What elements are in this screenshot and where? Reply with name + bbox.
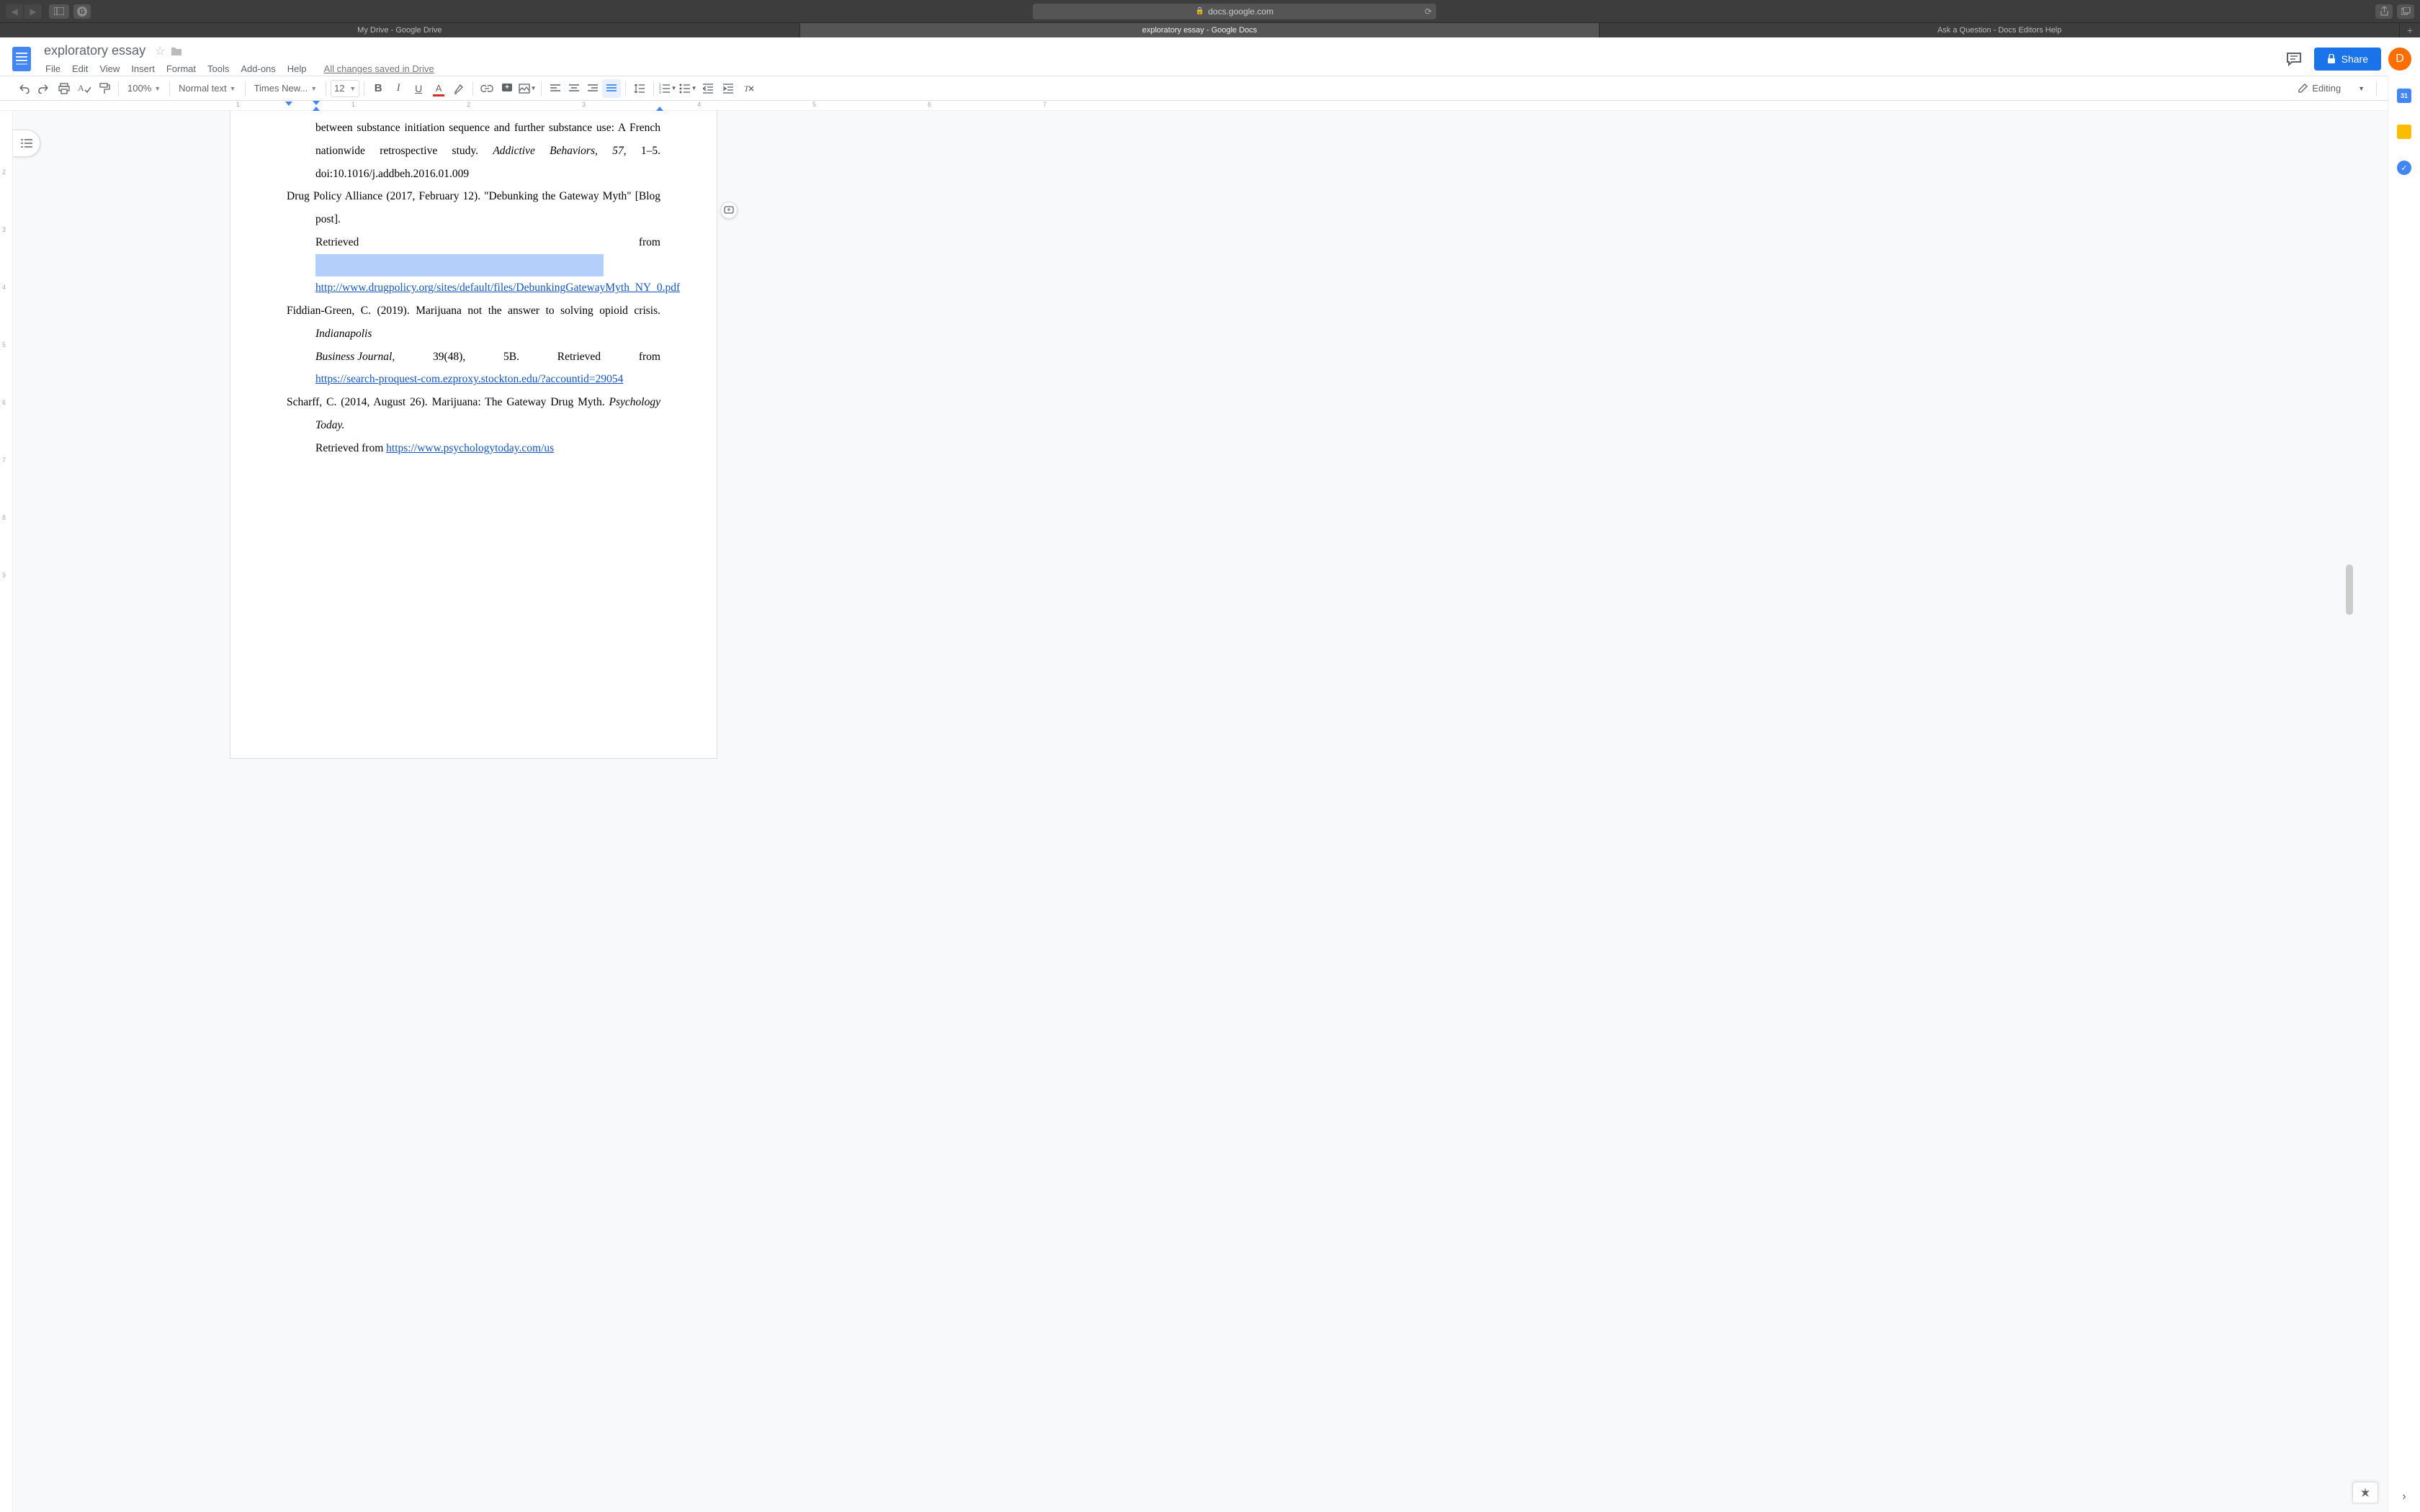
tasks-sidebar-button[interactable] [2397, 161, 2411, 175]
reference-link[interactable]: https://www.psychologytoday.com/us [386, 442, 554, 454]
selected-text [315, 254, 604, 277]
decrease-indent-button[interactable] [699, 79, 717, 98]
url-text: docs.google.com [1208, 6, 1273, 17]
document-page[interactable]: between substance initiation sequence an… [230, 111, 717, 759]
reference-link[interactable]: https://search-proquest-com.ezproxy.stoc… [315, 368, 623, 391]
paint-format-button[interactable] [95, 79, 114, 98]
docs-home-button[interactable] [9, 42, 35, 76]
svg-text:A: A [78, 83, 84, 93]
browser-tab-drive[interactable]: My Drive - Google Drive [0, 23, 800, 37]
reload-icon[interactable]: ⟳ [1425, 6, 1432, 17]
document-canvas: 2 3 4 5 6 7 8 9 between substance initia… [0, 111, 2388, 1512]
underline-button[interactable]: U [409, 79, 428, 98]
align-center-button[interactable] [565, 79, 583, 98]
save-status[interactable]: All changes saved in Drive [319, 61, 439, 76]
print-button[interactable] [55, 79, 73, 98]
horizontal-ruler[interactable]: 1 1 2 3 4 5 6 7 [0, 101, 2420, 111]
browser-tab-docs[interactable]: exploratory essay - Google Docs [800, 23, 1600, 37]
align-right-button[interactable] [583, 79, 602, 98]
menu-tools[interactable]: Tools [202, 61, 234, 76]
reference-entry[interactable]: Drug Policy Alliance (2017, February 12)… [287, 185, 660, 300]
menu-addons[interactable]: Add-ons [236, 61, 280, 76]
lock-icon [2327, 54, 2336, 64]
menu-file[interactable]: File [40, 61, 66, 76]
reference-entry[interactable]: Fiddian-Green, C. (2019). Marijuana not … [287, 300, 660, 391]
text-color-button[interactable]: A [429, 79, 448, 98]
side-panel: › [2388, 76, 2420, 1512]
explore-button[interactable] [2352, 1482, 2378, 1503]
highlight-color-button[interactable] [449, 79, 468, 98]
open-comments-button[interactable] [2281, 46, 2307, 72]
reference-entry[interactable]: Scharff, C. (2014, August 26). Marijuana… [287, 391, 660, 459]
undo-button[interactable] [14, 79, 33, 98]
left-indent-marker[interactable] [313, 101, 320, 105]
paragraph-style-select[interactable]: Normal text▼ [174, 80, 240, 97]
bold-button[interactable]: B [369, 79, 387, 98]
share-button-label: Share [2341, 53, 2368, 65]
browser-toolbar: ◀ ▶ G 🔒 docs.google.com ⟳ [0, 0, 2420, 22]
document-title[interactable]: exploratory essay [40, 42, 149, 60]
line-spacing-button[interactable] [630, 79, 649, 98]
back-button[interactable]: ◀ [6, 4, 23, 19]
grammarly-extension-button[interactable]: G [73, 4, 91, 19]
clear-formatting-button[interactable]: T [739, 79, 758, 98]
scrollbar-thumb[interactable] [2346, 564, 2353, 615]
docs-header: exploratory essay ☆ File Edit View Inser… [0, 37, 2420, 76]
forward-button[interactable]: ▶ [24, 4, 42, 19]
vertical-ruler[interactable]: 2 3 4 5 6 7 8 9 [0, 111, 13, 1512]
browser-share-button[interactable] [2375, 4, 2393, 19]
spellcheck-button[interactable]: A [75, 79, 94, 98]
move-folder-icon[interactable] [171, 46, 182, 56]
browser-tabs-bar: My Drive - Google Drive exploratory essa… [0, 22, 2420, 37]
align-justify-button[interactable] [602, 79, 621, 98]
star-icon[interactable]: ☆ [155, 44, 165, 58]
account-avatar[interactable]: D [2388, 48, 2411, 71]
add-comment-floating-button[interactable]: + [720, 202, 738, 219]
font-family-select[interactable]: Times New...▼ [250, 80, 322, 97]
sidebar-toggle-button[interactable] [49, 4, 69, 19]
reference-link[interactable]: http://www.drugpolicy.org/sites/default/… [315, 276, 680, 300]
svg-text:T: T [744, 84, 750, 94]
address-bar[interactable]: 🔒 docs.google.com ⟳ [1033, 4, 1436, 19]
keep-sidebar-button[interactable] [2397, 125, 2411, 139]
share-button[interactable]: Share [2314, 48, 2381, 71]
increase-indent-button[interactable] [719, 79, 738, 98]
numbered-list-button[interactable]: 123▼ [658, 79, 677, 98]
hide-side-panel-button[interactable]: › [2402, 1490, 2406, 1503]
new-tab-button[interactable]: + [2400, 23, 2420, 37]
add-comment-button[interactable]: + [498, 79, 516, 98]
pencil-icon [2298, 84, 2308, 94]
align-left-button[interactable] [546, 79, 565, 98]
italic-button[interactable]: I [389, 79, 408, 98]
menu-format[interactable]: Format [161, 61, 201, 76]
font-size-input[interactable]: 12▼ [331, 80, 359, 97]
editing-mode-button[interactable]: Editing ▼ [2290, 80, 2372, 96]
calendar-sidebar-button[interactable] [2397, 89, 2411, 103]
zoom-select[interactable]: 100%▼ [123, 80, 165, 97]
svg-text:+: + [727, 206, 730, 213]
redo-button[interactable] [35, 79, 53, 98]
document-outline-button[interactable] [13, 130, 40, 157]
format-toolbar: A 100%▼ Normal text▼ Times New...▼ 12▼ B… [0, 76, 2420, 101]
scrollbar[interactable] [2346, 564, 2354, 1490]
insert-link-button[interactable] [478, 79, 496, 98]
menu-help[interactable]: Help [282, 61, 312, 76]
svg-text:3: 3 [659, 91, 661, 94]
menu-edit[interactable]: Edit [67, 61, 93, 76]
docs-logo-icon [12, 47, 31, 71]
menu-view[interactable]: View [94, 61, 125, 76]
reference-entry[interactable]: between substance initiation sequence an… [287, 117, 660, 185]
svg-text:+: + [505, 84, 509, 91]
menu-bar: File Edit View Insert Format Tools Add-o… [40, 61, 2275, 76]
bulleted-list-button[interactable]: ▼ [678, 79, 697, 98]
menu-insert[interactable]: Insert [126, 61, 160, 76]
lock-icon: 🔒 [1196, 7, 1204, 15]
tabs-overview-button[interactable] [2397, 4, 2414, 19]
browser-tab-help[interactable]: Ask a Question - Docs Editors Help [1600, 23, 2400, 37]
first-line-indent-marker[interactable] [285, 102, 292, 106]
insert-image-button[interactable]: ▼ [518, 79, 537, 98]
